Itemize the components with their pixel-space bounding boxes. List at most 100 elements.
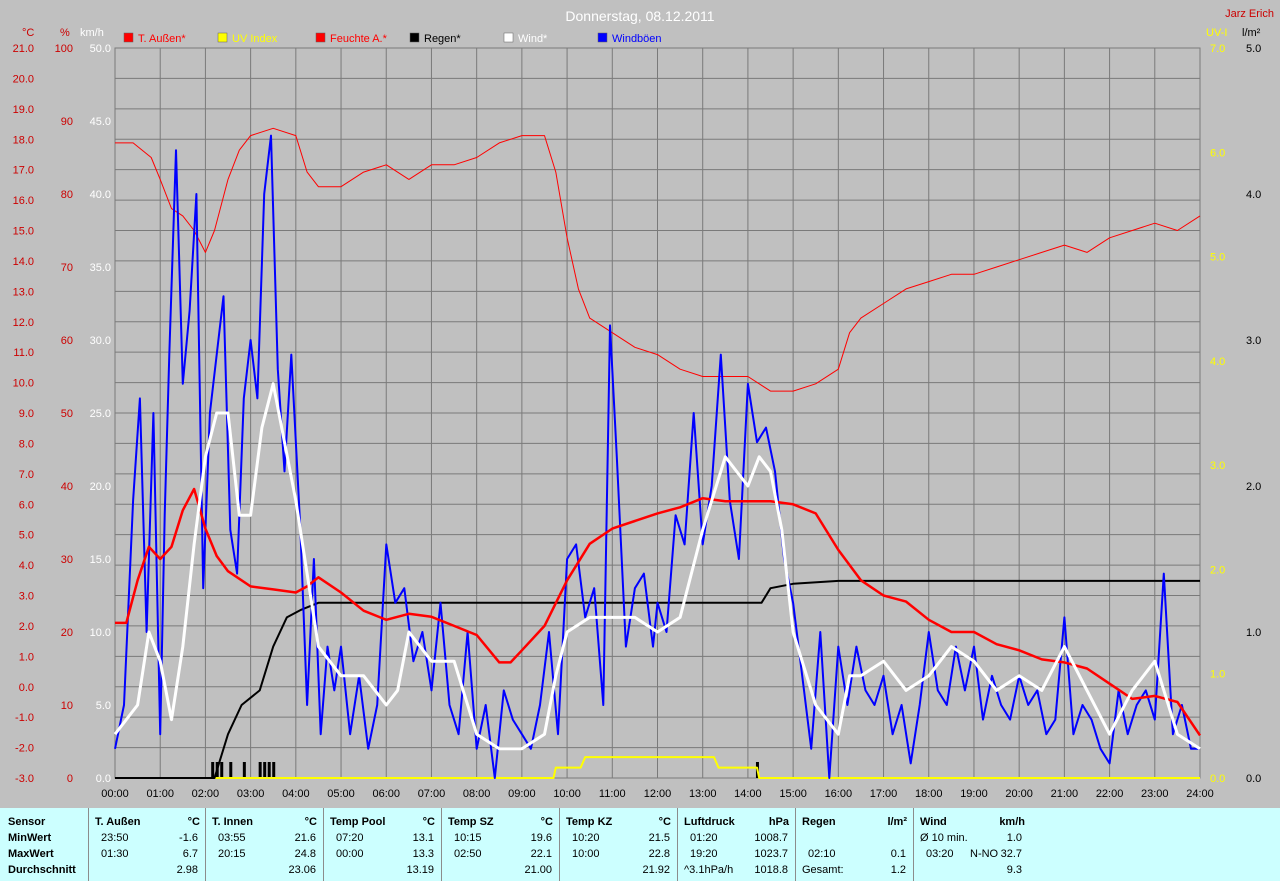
stats-time: 03:55 [218,832,246,844]
legend-label: UV Index [232,33,278,45]
humidity-tick-label: 20 [61,627,73,639]
stats-time: Ø 10 min. [920,832,968,844]
temp-tick-label: 0.0 [19,682,34,694]
stats-unit-luftdruck: hPa [768,816,789,828]
legend-swatch [123,32,134,43]
time-tick-label: 24:00 [1186,788,1214,800]
stats-value: 2.98 [176,864,198,876]
stats-header-temp-sz: Temp SZ [448,816,494,828]
wind-tick-label: 25.0 [90,408,111,420]
temp-tick-label: 9.0 [19,408,34,420]
time-tick-label: 22:00 [1096,788,1124,800]
legend-swatch [409,32,420,43]
rain-tick-label: 3.0 [1246,335,1261,347]
stats-value: 21.00 [524,864,552,876]
humidity-tick-label: 0 [67,773,73,785]
stats-value: 1018.8 [754,864,788,876]
time-tick-label: 12:00 [644,788,672,800]
stats-unit-t-aussen: °C [187,816,200,828]
temp-tick-label: -1.0 [15,712,34,724]
time-tick-label: 14:00 [734,788,762,800]
uv-tick-label: 6.0 [1210,147,1225,159]
temp-tick-label: 7.0 [19,469,34,481]
stats-unit-t-innen: °C [304,816,317,828]
rain-axis-unit: l/m² [1242,27,1261,39]
stats-row-label: MaxWert [8,848,54,860]
weather-chart: Donnerstag, 08.12.2011 Jarz Erich T. Auß… [0,0,1280,808]
stats-value: 21.6 [294,832,316,844]
stats-time: 02:50 [454,848,482,860]
rain-event-bar [242,762,246,778]
stats-value: 22.8 [648,848,670,860]
uv-tick-label: 0.0 [1210,773,1225,785]
humidity-axis-unit: % [60,27,70,39]
stats-time: 00:00 [336,848,364,860]
rain-event-bar [220,762,224,778]
stats-time: 03:20 [926,848,954,860]
wind-tick-label: 40.0 [90,189,111,201]
rain-tick-label: 4.0 [1246,189,1261,201]
stats-value: 13.1 [412,832,434,844]
wind-tick-label: 5.0 [96,700,111,712]
stats-value: 6.7 [182,848,198,860]
time-tick-label: 11:00 [599,788,626,800]
time-tick-label: 15:00 [779,788,807,800]
time-tick-label: 00:00 [101,788,129,800]
legend-swatch [597,32,608,43]
temp-tick-label: 18.0 [13,134,34,146]
time-tick-label: 09:00 [508,788,536,800]
temp-tick-label: 11.0 [13,347,34,359]
time-tick-label: 02:00 [192,788,220,800]
stats-time: 01:30 [101,848,129,860]
uv-tick-label: 2.0 [1210,564,1225,576]
rain-event-bar [229,762,233,778]
stats-time: 10:20 [572,832,600,844]
legend-label: Windböen [612,33,662,45]
stats-time: 07:20 [336,832,364,844]
temp-tick-label: 13.0 [13,286,34,298]
uv-tick-label: 1.0 [1210,669,1225,681]
stats-value: 9.3 [1006,864,1022,876]
stats-time: 01:20 [690,832,718,844]
stats-unit-temp-kz: °C [658,816,671,828]
stats-panel: Sensor T. Außen °C T. Innen °C Temp Pool… [0,808,1280,881]
stats-value: 23.06 [288,864,316,876]
stats-row-label: MinWert [8,832,52,844]
stats-separator [559,808,560,881]
stats-value: 13.3 [412,848,434,860]
stats-unit-temp-sz: °C [540,816,553,828]
uv-axis-unit: UV-I [1206,27,1227,39]
stats-header-temp-pool: Temp Pool [330,816,386,828]
stats-value: 24.8 [294,848,316,860]
stats-header-wind: Wind [920,816,947,828]
humidity-tick-label: 100 [55,43,73,55]
wind-tick-label: 10.0 [90,627,111,639]
rain-event-bar [267,762,271,778]
temp-tick-label: 10.0 [13,378,34,390]
temp-tick-label: 14.0 [13,256,34,268]
wind-axis-unit: km/h [80,27,104,39]
humidity-tick-label: 90 [61,116,73,128]
temp-tick-label: 15.0 [13,226,34,238]
time-tick-label: 18:00 [915,788,943,800]
temp-tick-label: 8.0 [19,438,34,450]
rain-tick-label: 2.0 [1246,481,1261,493]
rain-event-bar [211,762,215,778]
stats-header-regen: Regen [802,816,836,828]
stats-value: 1.0 [1006,832,1022,844]
humidity-tick-label: 80 [61,189,73,201]
rain-event-bar [263,762,267,778]
stats-value: 32.7 [1000,848,1022,860]
legend-swatch [217,32,228,43]
stats-separator [323,808,324,881]
legend-swatch [503,32,514,43]
stats-value: 19.6 [530,832,552,844]
wind-tick-label: 35.0 [90,262,111,274]
temp-tick-label: 21.0 [13,43,34,55]
time-tick-label: 04:00 [282,788,310,800]
stats-time: 10:15 [454,832,482,844]
wind-tick-label: 0.0 [96,773,111,785]
stats-unit-regen: l/m² [887,816,907,828]
temp-tick-label: 20.0 [13,73,34,85]
stats-time: 19:20 [690,848,718,860]
